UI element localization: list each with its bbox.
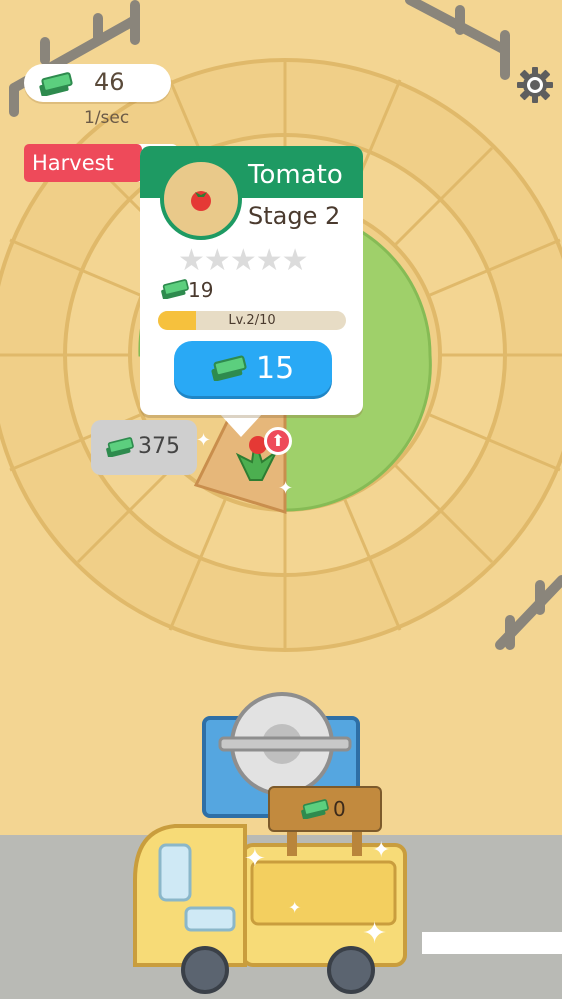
plot-price: 375	[138, 434, 180, 459]
sparkle-icon: ✦	[288, 898, 302, 917]
cash-amount: 46	[94, 68, 125, 96]
level-text: Lv.2/10	[228, 313, 276, 328]
upgrade-cost: 15	[256, 351, 295, 386]
star-rating: ★★★★★	[178, 243, 309, 278]
star-icon: ★	[178, 243, 205, 278]
tomato-icon	[191, 191, 211, 211]
cash-stack-icon	[161, 279, 189, 299]
cash-stack-icon	[211, 355, 247, 381]
upgrade-button[interactable]: 15	[174, 341, 332, 396]
sparkle-icon: ✦	[278, 478, 294, 499]
cash-counter: 46	[24, 64, 171, 102]
level-progress-bar: Lv.2/10	[158, 311, 346, 330]
sparkle-icon: ✦	[244, 844, 266, 874]
star-icon: ★	[255, 243, 283, 278]
truck-cash-amount: 0	[333, 797, 346, 821]
game-screen: ⬆ 46 1/sec Harvest Tomato Stage 2 ★★★★★ …	[0, 0, 562, 999]
sparkle-icon: ✦	[196, 430, 212, 451]
crop-name: Tomato	[248, 160, 343, 190]
gear-icon[interactable]	[516, 66, 554, 104]
crop-income: 19	[188, 278, 214, 302]
star-icon: ★	[281, 243, 309, 278]
truck-cash-sign[interactable]: 0	[268, 786, 382, 832]
star-icon: ★	[229, 243, 257, 278]
road-marking	[422, 932, 562, 954]
sparkle-icon: ✦	[372, 838, 391, 863]
upgrade-arrow-icon[interactable]: ⬆	[264, 427, 292, 455]
cash-stack-icon	[301, 799, 329, 819]
plot-purchase-button[interactable]: 375	[91, 420, 197, 475]
cash-stack-icon	[39, 72, 73, 96]
star-icon: ★	[203, 243, 231, 278]
crop-stage: Stage 2	[248, 202, 341, 230]
crop-portrait	[160, 158, 242, 240]
crop-info-popup: Tomato Stage 2 ★★★★★ 19 Lv.2/10 15	[140, 146, 363, 415]
sparkle-icon: ✦	[362, 916, 388, 951]
income-rate: 1/sec	[84, 108, 130, 128]
popup-pointer	[219, 413, 263, 437]
cash-stack-icon	[106, 437, 134, 457]
harvest-button[interactable]: Harvest	[24, 144, 142, 182]
